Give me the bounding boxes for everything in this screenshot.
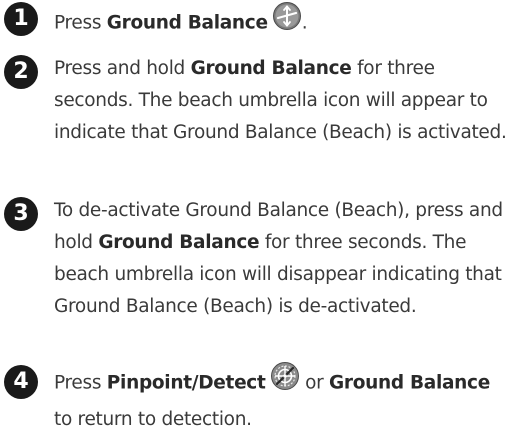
step-text: Press and hold Ground Balance for three …: [54, 53, 508, 149]
step-text-before: Press: [54, 372, 107, 394]
step-text: Press Ground Balance .: [54, 1, 508, 44]
step-text: To de-activate Ground Balance (Beach), p…: [54, 195, 508, 323]
step-number: 3: [4, 197, 38, 231]
step-text-after: to return to detection.: [54, 409, 252, 430]
step-number: 1: [4, 2, 38, 36]
step-text-middle: or: [299, 372, 330, 394]
pinpoint-detect-icon: [270, 361, 300, 402]
ground-balance-label: Ground Balance: [98, 232, 260, 253]
step-number: 4: [4, 365, 38, 399]
ground-balance-label: Ground Balance: [329, 372, 490, 394]
step-text: Press Pinpoint/Detect or Ground Balance …: [54, 361, 508, 436]
ground-balance-label: Ground Balance: [106, 12, 268, 34]
step-number: 2: [4, 55, 38, 89]
step-text-after: .: [301, 12, 308, 34]
ground-balance-icon: [272, 1, 302, 42]
ground-balance-label: Ground Balance: [190, 58, 352, 79]
step-text-before: Press: [54, 12, 107, 34]
pinpoint-detect-label: Pinpoint/Detect: [106, 372, 266, 394]
step-text-before: Press and hold: [54, 58, 191, 79]
